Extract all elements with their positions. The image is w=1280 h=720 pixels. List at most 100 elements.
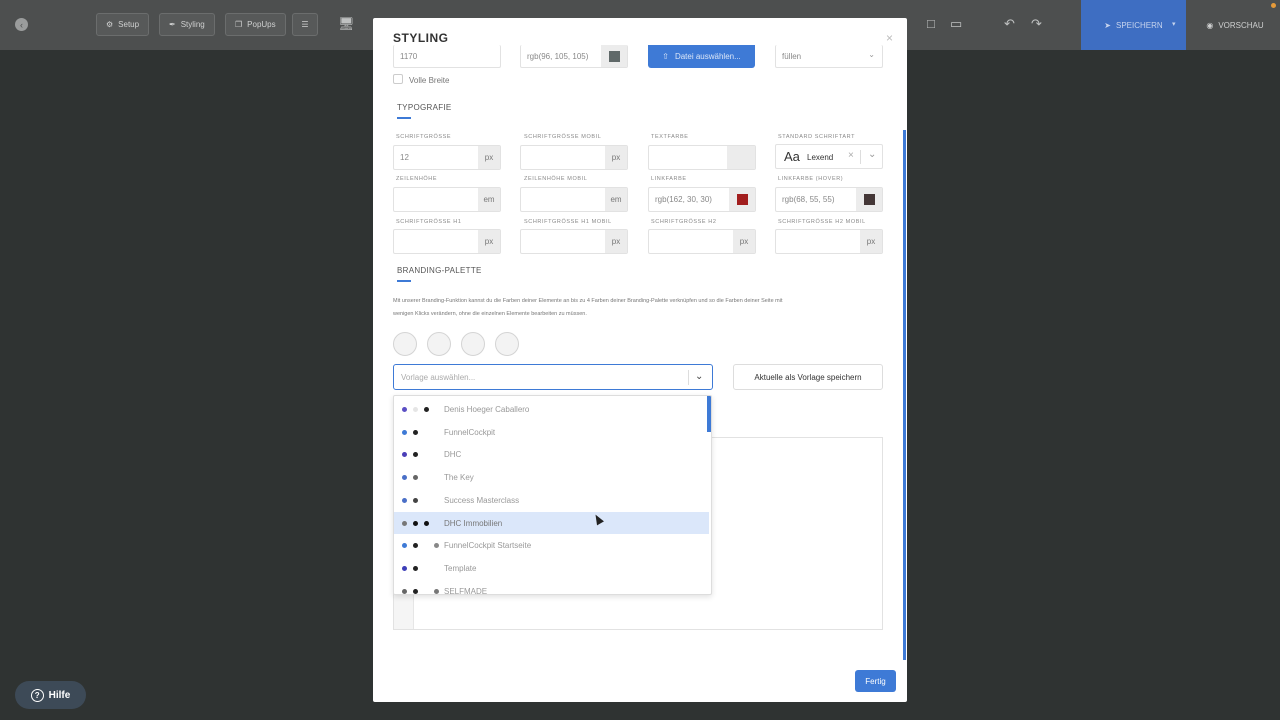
line-height-input[interactable]: em [393, 187, 501, 212]
tablet-icon[interactable]: ▭ [950, 16, 962, 32]
template-option[interactable]: Success Masterclass [394, 489, 709, 511]
link-color-swatch[interactable] [729, 188, 755, 211]
styling-label: Styling [180, 20, 205, 29]
branding-underline [397, 280, 411, 282]
full-width-label: Volle Breite [409, 76, 450, 85]
font-size-mobile-input[interactable]: px [520, 145, 628, 170]
h2-size-input[interactable]: px [648, 229, 756, 254]
h1-size-input[interactable]: px [393, 229, 501, 254]
template-option-label: SELFMADE [444, 586, 488, 595]
template-option-label: The Key [444, 473, 474, 483]
link-color-hover-swatch[interactable] [856, 188, 882, 211]
link-color-label: LINKFARBE [651, 176, 687, 182]
width-field[interactable]: 1170 [393, 45, 501, 68]
palette-color-2[interactable] [427, 332, 451, 356]
fill-value: füllen [782, 51, 802, 61]
layout-icon[interactable]: □ [927, 16, 935, 31]
clear-icon[interactable]: × [848, 150, 854, 161]
color-dot [402, 429, 407, 435]
template-option[interactable]: SELFMADE [394, 580, 709, 595]
save-template-button[interactable]: Aktuelle als Vorlage speichern [733, 364, 883, 390]
redo-icon[interactable]: ↷ [1031, 16, 1042, 32]
eye-icon: ◉ [1206, 20, 1214, 30]
save-button[interactable]: ➤ SPEICHERN [1081, 0, 1186, 50]
font-size-input[interactable]: 12 px [393, 145, 501, 170]
color-dot [413, 520, 418, 526]
help-button[interactable]: ? Hilfe [15, 681, 86, 709]
chevron-down-icon[interactable]: ⌄ [868, 149, 876, 160]
text-color-swatch[interactable] [727, 146, 755, 169]
styling-modal: STYLING × 1170 rgb(96, 105, 105) ⇧ Datei … [373, 18, 907, 702]
select-separator [688, 370, 689, 385]
bg-color-field[interactable]: rgb(96, 105, 105) [520, 45, 628, 68]
full-width-checkbox[interactable] [393, 74, 403, 84]
styling-button[interactable]: ✒ Styling [159, 13, 215, 36]
save-label: SPEICHERN [1116, 20, 1163, 30]
font-size-value: 12 [400, 153, 409, 162]
setup-label: Setup [118, 20, 140, 29]
link-color-hover-value: rgb(68, 55, 55) [782, 195, 835, 204]
color-dot [424, 407, 429, 412]
line-height-mobile-input[interactable]: em [520, 187, 628, 212]
back-icon[interactable]: ‹ [15, 18, 28, 31]
text-color-input[interactable] [648, 145, 756, 170]
undo-icon[interactable]: ↶ [1004, 16, 1015, 32]
unit-em: em [478, 188, 500, 211]
line-height-mobile-label: ZEILENHÖHE MOBIL [524, 176, 588, 182]
color-dot [413, 475, 418, 481]
palette-color-1[interactable] [393, 332, 417, 356]
setup-button[interactable]: ⚙ Setup [96, 13, 150, 36]
desktop-icon[interactable]: 🖥 [338, 16, 355, 32]
default-font-label: STANDARD SCHRIFTART [778, 134, 856, 140]
modal-scrollbar[interactable] [903, 130, 906, 660]
chevron-down-icon: ⌄ [868, 50, 875, 59]
default-font-select[interactable]: Aa Lexend × ⌄ [775, 144, 883, 169]
close-icon[interactable]: × [886, 31, 893, 45]
h1-size-label: SCHRIFTGRÖSSE H1 [396, 219, 462, 225]
popups-button[interactable]: ❐ PopUps [225, 13, 286, 36]
unit-px: px [478, 146, 500, 169]
branding-description-2: wenigen Klicks verändern, ohne die einze… [393, 311, 587, 317]
template-option[interactable]: DHC Immobilien [394, 511, 709, 534]
template-option-label: DHC [444, 450, 462, 460]
h2-size-mobile-input[interactable]: px [775, 229, 883, 254]
preview-button[interactable]: ◉ VORSCHAU [1190, 0, 1280, 50]
width-value: 1170 [400, 51, 418, 61]
link-color-value: rgb(162, 30, 30) [655, 195, 712, 204]
color-dot [402, 520, 407, 526]
save-dropdown-icon[interactable]: ▾ [1172, 20, 1176, 28]
color-dot [402, 452, 407, 458]
color-dot [402, 407, 407, 412]
bg-color-swatch[interactable] [601, 45, 627, 67]
select-separator [860, 150, 861, 164]
notification-dot [1271, 3, 1276, 8]
color-dot [413, 407, 418, 412]
done-button[interactable]: Fertig [855, 670, 896, 692]
upload-icon: ⇧ [662, 52, 669, 61]
link-color-hover-input[interactable]: rgb(68, 55, 55) [775, 187, 883, 212]
color-dot [413, 452, 418, 458]
template-option[interactable]: The Key [394, 466, 709, 488]
unit-px: px [860, 230, 882, 253]
question-icon: ? [30, 688, 44, 702]
h1-size-mobile-input[interactable]: px [520, 229, 628, 254]
color-dot [413, 429, 418, 435]
color-dot [402, 543, 407, 549]
template-option[interactable]: FunnelCockpit Startseite [394, 534, 709, 556]
color-dot [402, 565, 407, 571]
help-label: Hilfe [48, 689, 71, 701]
menu-button[interactable]: ☰ [292, 13, 318, 36]
color-dot [402, 588, 407, 594]
template-option-label: Success Masterclass [444, 495, 520, 505]
template-option[interactable]: Denis Hoeger Caballero [394, 398, 709, 420]
template-option[interactable]: DHC [394, 443, 709, 465]
template-option[interactable]: FunnelCockpit [394, 421, 709, 443]
file-select-button[interactable]: ⇧ Datei auswählen... [648, 45, 755, 68]
template-select[interactable]: Vorlage auswählen... ⌄ [393, 364, 713, 390]
palette-color-4[interactable] [495, 332, 519, 356]
chevron-down-icon[interactable]: ⌄ [695, 371, 703, 382]
template-option[interactable]: Template [394, 557, 709, 579]
palette-color-3[interactable] [461, 332, 485, 356]
fill-select[interactable]: füllen ⌄ [775, 45, 883, 68]
link-color-input[interactable]: rgb(162, 30, 30) [648, 187, 756, 212]
